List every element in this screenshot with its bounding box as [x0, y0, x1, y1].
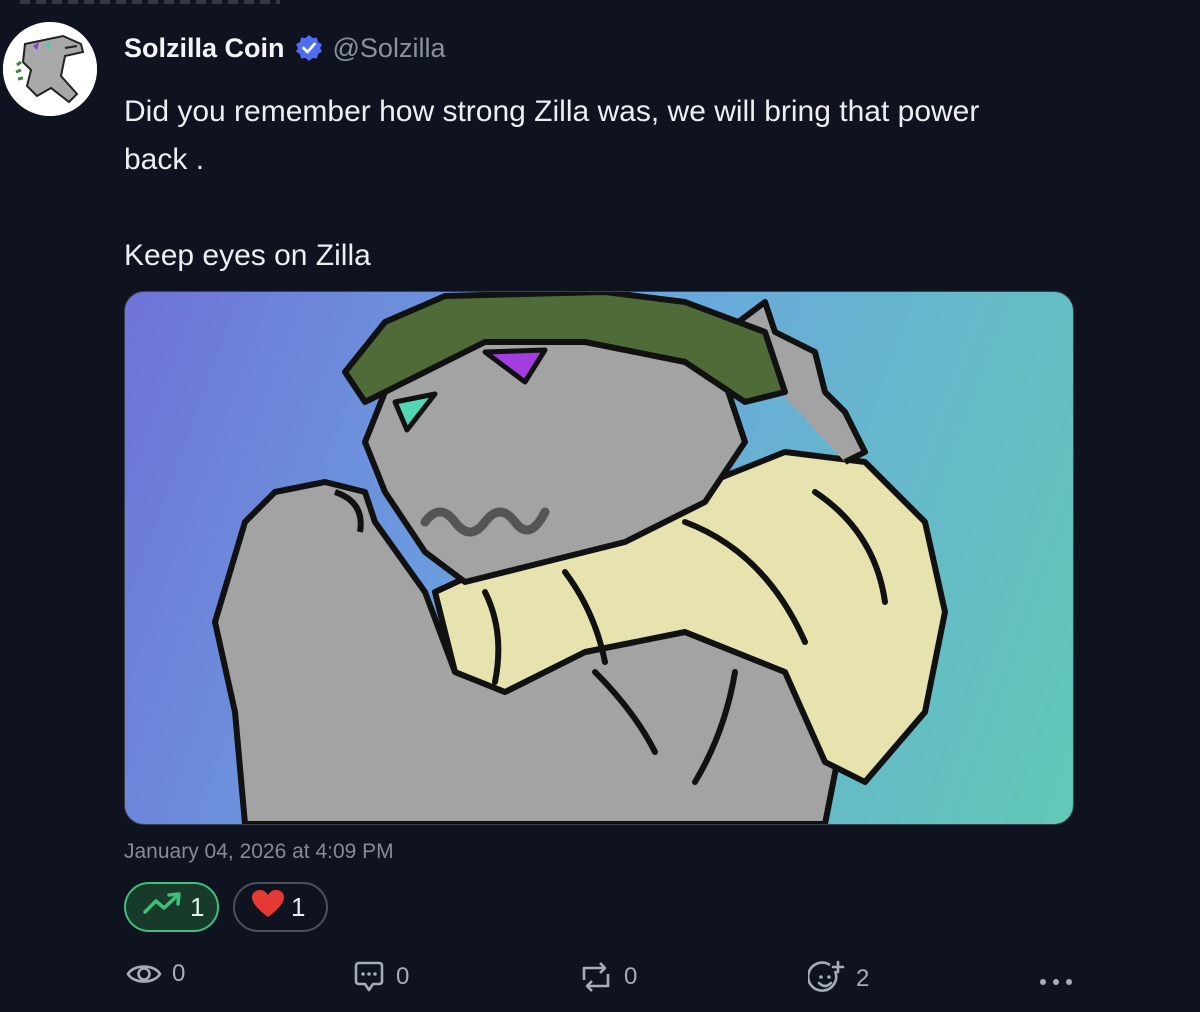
reply-button[interactable]: 0	[352, 960, 409, 994]
heart-reaction-button[interactable]: 1	[233, 882, 328, 932]
author-name[interactable]: Solzilla Coin	[124, 33, 285, 64]
post-actions: 0 0 0 2	[124, 960, 1074, 1004]
more-icon	[1039, 973, 1073, 991]
author-handle[interactable]: @Solzilla	[333, 33, 446, 64]
repost-icon	[578, 960, 614, 994]
heart-reaction-count: 1	[291, 891, 306, 922]
add-reaction-icon	[808, 960, 846, 998]
reply-count: 0	[396, 963, 410, 990]
post-image[interactable]	[124, 291, 1074, 825]
repost-button[interactable]: 0	[578, 960, 637, 994]
eye-icon	[126, 960, 162, 988]
add-reaction-button[interactable]: 2	[808, 960, 869, 998]
comment-icon	[352, 960, 386, 994]
trending-up-icon	[142, 891, 184, 924]
trending-reaction-count: 1	[190, 891, 205, 922]
trending-reaction-button[interactable]: 1	[124, 882, 219, 932]
views-count: 0	[172, 960, 186, 987]
post-header: Solzilla Coin @Solzilla	[124, 30, 445, 66]
reactions-bar: 1 1	[124, 882, 328, 932]
verified-badge-icon	[295, 34, 323, 62]
avatar[interactable]	[3, 22, 97, 116]
views-button[interactable]: 0	[126, 960, 185, 988]
reaction-count: 2	[856, 965, 870, 992]
post-timestamp[interactable]: January 04, 2026 at 4:09 PM	[124, 840, 394, 864]
more-options-button[interactable]	[1036, 960, 1076, 1004]
repost-count: 0	[624, 963, 638, 990]
previous-post-divider	[20, 0, 280, 4]
heart-icon	[251, 889, 285, 926]
post-text: Did you remember how strong Zilla was, w…	[124, 95, 980, 272]
